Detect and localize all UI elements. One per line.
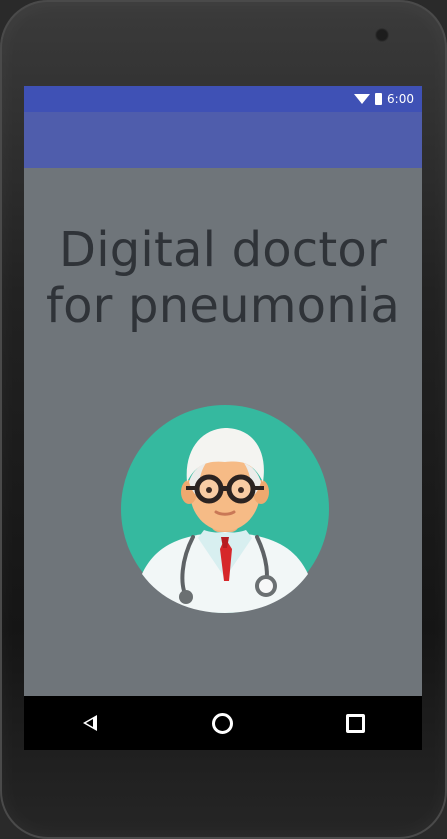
main-content: Digital doctor for pneumonia	[24, 168, 422, 696]
phone-frame: 6:00 Digital doctor for pneumonia	[0, 0, 447, 839]
back-icon	[83, 715, 98, 731]
title-line-1: Digital doctor	[59, 222, 387, 278]
back-button[interactable]	[70, 703, 110, 743]
status-bar: 6:00	[24, 86, 422, 112]
app-toolbar	[24, 112, 422, 168]
recent-apps-icon	[346, 713, 366, 733]
home-button[interactable]	[203, 703, 243, 743]
front-camera-icon	[375, 28, 389, 42]
battery-icon	[375, 93, 383, 105]
wifi-icon	[354, 94, 371, 104]
page-title: Digital doctor for pneumonia	[24, 222, 422, 334]
doctor-avatar	[121, 405, 329, 613]
title-line-2: for pneumonia	[46, 278, 400, 334]
recent-apps-button[interactable]	[336, 703, 376, 743]
home-icon	[212, 712, 234, 734]
status-time: 6:00	[387, 92, 414, 106]
app-screen: 6:00 Digital doctor for pneumonia	[24, 86, 422, 750]
navigation-bar	[24, 696, 422, 750]
